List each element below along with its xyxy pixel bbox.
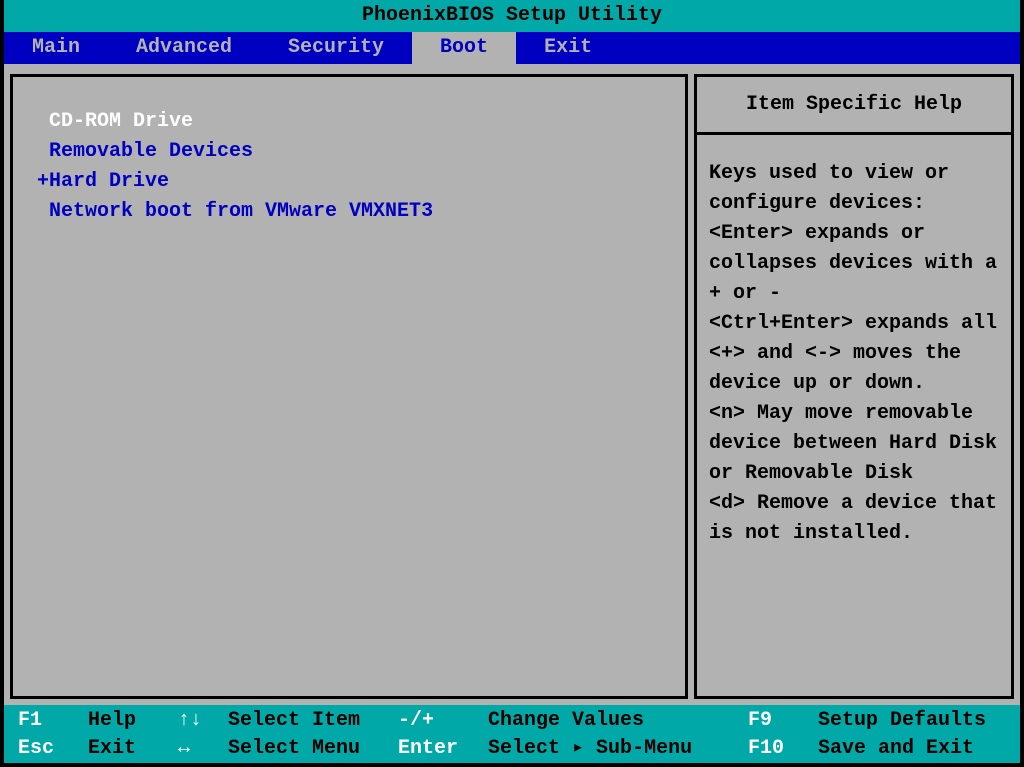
hint-key-f9: F9 <box>748 707 818 735</box>
boot-order-panel: CD-ROM Drive Removable Devices+Hard Driv… <box>10 74 688 699</box>
tab-exit[interactable]: Exit <box>516 32 620 64</box>
help-line: <Enter> expands or collapses devices wit… <box>709 219 999 309</box>
hint-action-select-item: Select Item <box>228 707 398 735</box>
boot-item[interactable]: Network boot from VMware VMXNET3 <box>37 197 661 227</box>
title-bar: PhoenixBIOS Setup Utility <box>0 0 1024 32</box>
tab-security[interactable]: Security <box>260 32 412 64</box>
hint-key-f10: F10 <box>748 735 818 763</box>
help-line: <d> Remove a device that is not installe… <box>709 489 999 549</box>
content-area: CD-ROM Drive Removable Devices+Hard Driv… <box>0 64 1024 705</box>
hint-key-plusminus: -/+ <box>398 707 488 735</box>
tab-main[interactable]: Main <box>4 32 108 64</box>
hint-key-esc: Esc <box>18 735 88 763</box>
hint-action-exit: Exit <box>88 735 178 763</box>
hint-action-submenu: Select ▸ Sub-Menu <box>488 735 748 763</box>
hint-action-change-values: Change Values <box>488 707 748 735</box>
menu-bar: Main Advanced Security Boot Exit <box>0 32 1024 64</box>
app-title: PhoenixBIOS Setup Utility <box>362 4 662 27</box>
help-body: Keys used to view or configure devices:<… <box>697 135 1011 573</box>
help-header: Item Specific Help <box>697 77 1011 135</box>
boot-item[interactable]: CD-ROM Drive <box>37 107 661 137</box>
help-line: <n> May move removable device between Ha… <box>709 399 999 489</box>
footer-row-2: Esc Exit ↔ Select Menu Enter Select ▸ Su… <box>18 735 1006 763</box>
hint-action-help: Help <box>88 707 178 735</box>
hint-action-save-exit: Save and Exit <box>818 735 1006 763</box>
hint-key-f1: F1 <box>18 707 88 735</box>
help-line: <Ctrl+Enter> expands all <box>709 309 999 339</box>
help-line: Keys used to view or configure devices: <box>709 159 999 219</box>
boot-item[interactable]: Removable Devices <box>37 137 661 167</box>
footer-row-1: F1 Help ↑↓ Select Item -/+ Change Values… <box>18 707 1006 735</box>
tab-advanced[interactable]: Advanced <box>108 32 260 64</box>
boot-item[interactable]: +Hard Drive <box>37 167 661 197</box>
help-line: <+> and <-> moves the device up or down. <box>709 339 999 399</box>
help-panel: Item Specific Help Keys used to view or … <box>694 74 1014 699</box>
footer-hints: F1 Help ↑↓ Select Item -/+ Change Values… <box>0 705 1024 767</box>
tab-boot[interactable]: Boot <box>412 32 516 64</box>
bios-screen: PhoenixBIOS Setup Utility Main Advanced … <box>0 0 1024 767</box>
hint-action-defaults: Setup Defaults <box>818 707 1006 735</box>
hint-key-leftright: ↔ <box>178 735 228 763</box>
hint-key-updown: ↑↓ <box>178 707 228 735</box>
hint-action-select-menu: Select Menu <box>228 735 398 763</box>
hint-key-enter: Enter <box>398 735 488 763</box>
